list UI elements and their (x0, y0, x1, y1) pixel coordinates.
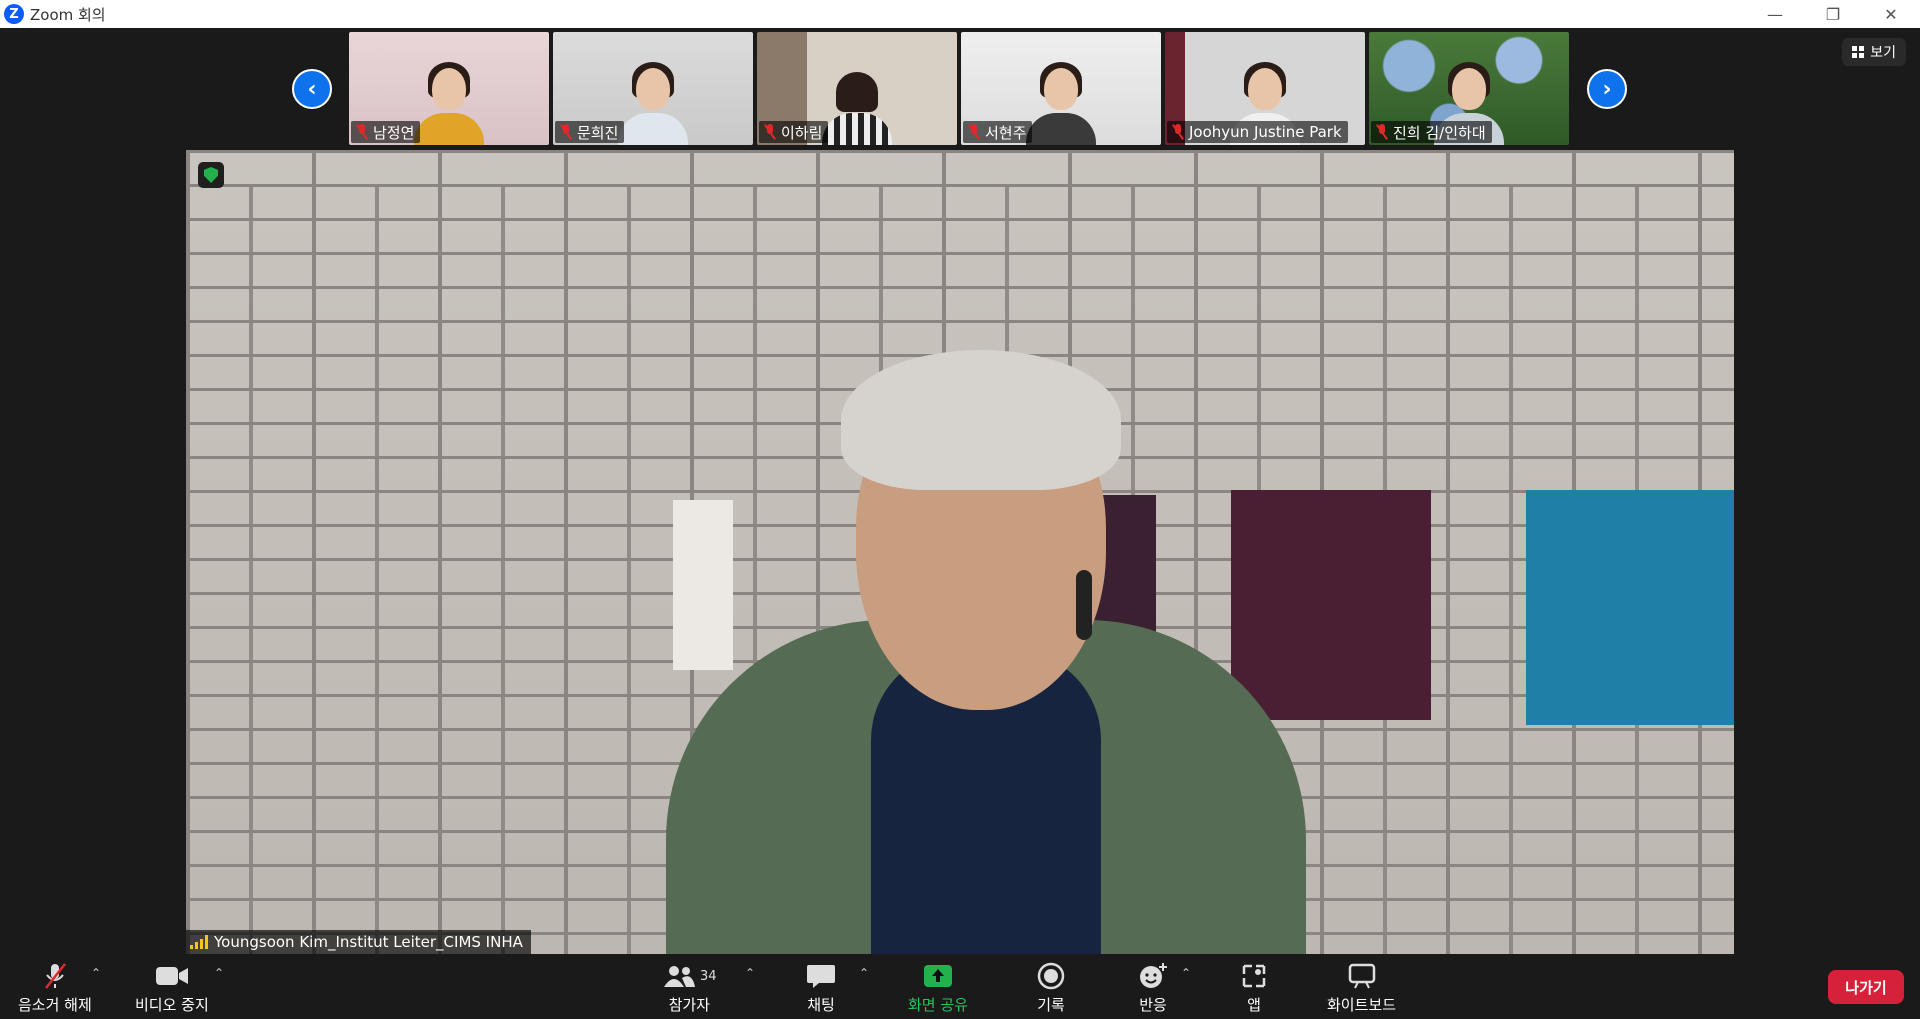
apps-icon (1241, 962, 1267, 990)
participant-video (822, 60, 892, 145)
mic-muted-icon (763, 124, 777, 140)
participant-tile[interactable]: 진희 김/인하대 (1369, 32, 1569, 145)
view-button-label: 보기 (1870, 45, 1896, 61)
mic-muted-icon (559, 124, 573, 140)
participant-video (414, 60, 484, 145)
record-label: 기록 (1037, 996, 1065, 1014)
share-screen-label: 화면 공유 (908, 996, 968, 1014)
participant-name-tag: 서현주 (963, 121, 1033, 143)
participant-name: 진희 김/인하대 (1393, 123, 1486, 142)
whiteboard-icon (1347, 962, 1377, 990)
mic-muted-icon (355, 124, 369, 140)
participants-icon: 34 (662, 962, 717, 990)
chevron-left-icon: ‹ (307, 76, 317, 102)
minimize-button[interactable]: — (1746, 0, 1804, 28)
chat-options-caret-icon[interactable]: ⌃ (859, 966, 869, 980)
participant-strip: 남정연 문희진 이하림 서현주 Joohyun Justine Park 진희 … (349, 32, 1569, 145)
participant-video (618, 60, 688, 145)
wall-panel (1526, 490, 1734, 725)
participant-tile[interactable]: 이하림 (757, 32, 957, 145)
mic-muted-icon (1375, 124, 1389, 140)
leave-meeting-button[interactable]: 나가기 (1828, 970, 1904, 1004)
next-page-button[interactable]: › (1587, 69, 1627, 109)
participant-name: 서현주 (985, 123, 1027, 142)
grid-view-icon (1852, 46, 1865, 58)
mic-muted-icon (1171, 124, 1185, 140)
reactions-options-caret-icon[interactable]: ⌃ (1181, 966, 1191, 980)
video-camera-icon (155, 962, 189, 990)
meeting-toolbar: 음소거 해제 ⌃ 비디오 중지 ⌃ 34 참가자 ⌃ 채팅 ⌃ 화면 공유 기록 (0, 956, 1920, 1019)
participant-name: 남정연 (373, 123, 415, 142)
encryption-shield-icon[interactable] (198, 162, 224, 188)
apps-label: 앱 (1247, 996, 1261, 1014)
participant-name: Joohyun Justine Park (1189, 123, 1342, 141)
active-speaker-video[interactable]: Youngsoon Kim_Institut Leiter_CIMS INHA (186, 150, 1734, 954)
speaker-name: Youngsoon Kim_Institut Leiter_CIMS INHA (214, 933, 523, 951)
chevron-right-icon: › (1602, 76, 1612, 102)
participants-label: 참가자 (668, 996, 710, 1014)
window-controls: — ❐ ✕ (1746, 0, 1920, 28)
smiley-plus-icon (1138, 962, 1168, 990)
participant-name-tag: 진희 김/인하대 (1371, 121, 1492, 143)
participant-name-tag: Joohyun Justine Park (1167, 121, 1348, 143)
reactions-button[interactable]: 반응 (1138, 962, 1168, 1015)
share-screen-icon (922, 962, 954, 990)
participants-options-caret-icon[interactable]: ⌃ (745, 966, 755, 980)
speaker-name-tag: Youngsoon Kim_Institut Leiter_CIMS INHA (186, 930, 531, 954)
prev-page-button[interactable]: ‹ (292, 69, 332, 109)
record-button[interactable]: 기록 (1037, 962, 1065, 1015)
participant-tile[interactable]: Joohyun Justine Park (1165, 32, 1365, 145)
stop-video-label: 비디오 중지 (135, 996, 209, 1014)
participant-tile[interactable]: 남정연 (349, 32, 549, 145)
participant-video (1026, 60, 1096, 145)
speaker-person (586, 290, 1386, 954)
whiteboard-button[interactable]: 화이트보드 (1327, 962, 1396, 1015)
mic-off-icon (40, 962, 70, 990)
participants-button[interactable]: 34 참가자 (662, 962, 717, 1015)
restore-button[interactable]: ❐ (1804, 0, 1862, 28)
participant-tile[interactable]: 서현주 (961, 32, 1161, 145)
unmute-button[interactable]: 음소거 해제 (18, 962, 92, 1015)
reactions-label: 반응 (1139, 996, 1167, 1014)
participant-name: 문희진 (577, 123, 619, 142)
close-button[interactable]: ✕ (1862, 0, 1920, 28)
signal-strength-icon (190, 935, 208, 949)
participant-name-tag: 남정연 (351, 121, 421, 143)
participant-tile[interactable]: 문희진 (553, 32, 753, 145)
participant-name: 이하림 (781, 123, 823, 142)
view-button[interactable]: 보기 (1842, 38, 1906, 66)
video-options-caret-icon[interactable]: ⌃ (214, 966, 224, 980)
participants-count: 34 (700, 968, 717, 984)
chat-label: 채팅 (807, 996, 835, 1014)
mic-muted-icon (967, 124, 981, 140)
unmute-label: 음소거 해제 (18, 996, 92, 1014)
chat-icon (806, 962, 836, 990)
zoom-logo-icon: Z (4, 4, 24, 24)
participant-name-tag: 문희진 (555, 121, 625, 143)
apps-button[interactable]: 앱 (1241, 962, 1267, 1015)
participant-name-tag: 이하림 (759, 121, 829, 143)
chat-button[interactable]: 채팅 (806, 962, 836, 1015)
record-icon (1037, 962, 1065, 990)
window-title: Zoom 회의 (30, 5, 106, 24)
stop-video-button[interactable]: 비디오 중지 (135, 962, 209, 1015)
meeting-stage: 보기 ‹ › 남정연 문희진 이하림 서현주 Joohyun Justine P… (0, 28, 1920, 956)
title-bar: Z Zoom 회의 — ❐ ✕ (0, 0, 1920, 28)
audio-options-caret-icon[interactable]: ⌃ (91, 966, 101, 980)
share-screen-button[interactable]: 화면 공유 (908, 962, 968, 1015)
whiteboard-label: 화이트보드 (1327, 996, 1397, 1014)
